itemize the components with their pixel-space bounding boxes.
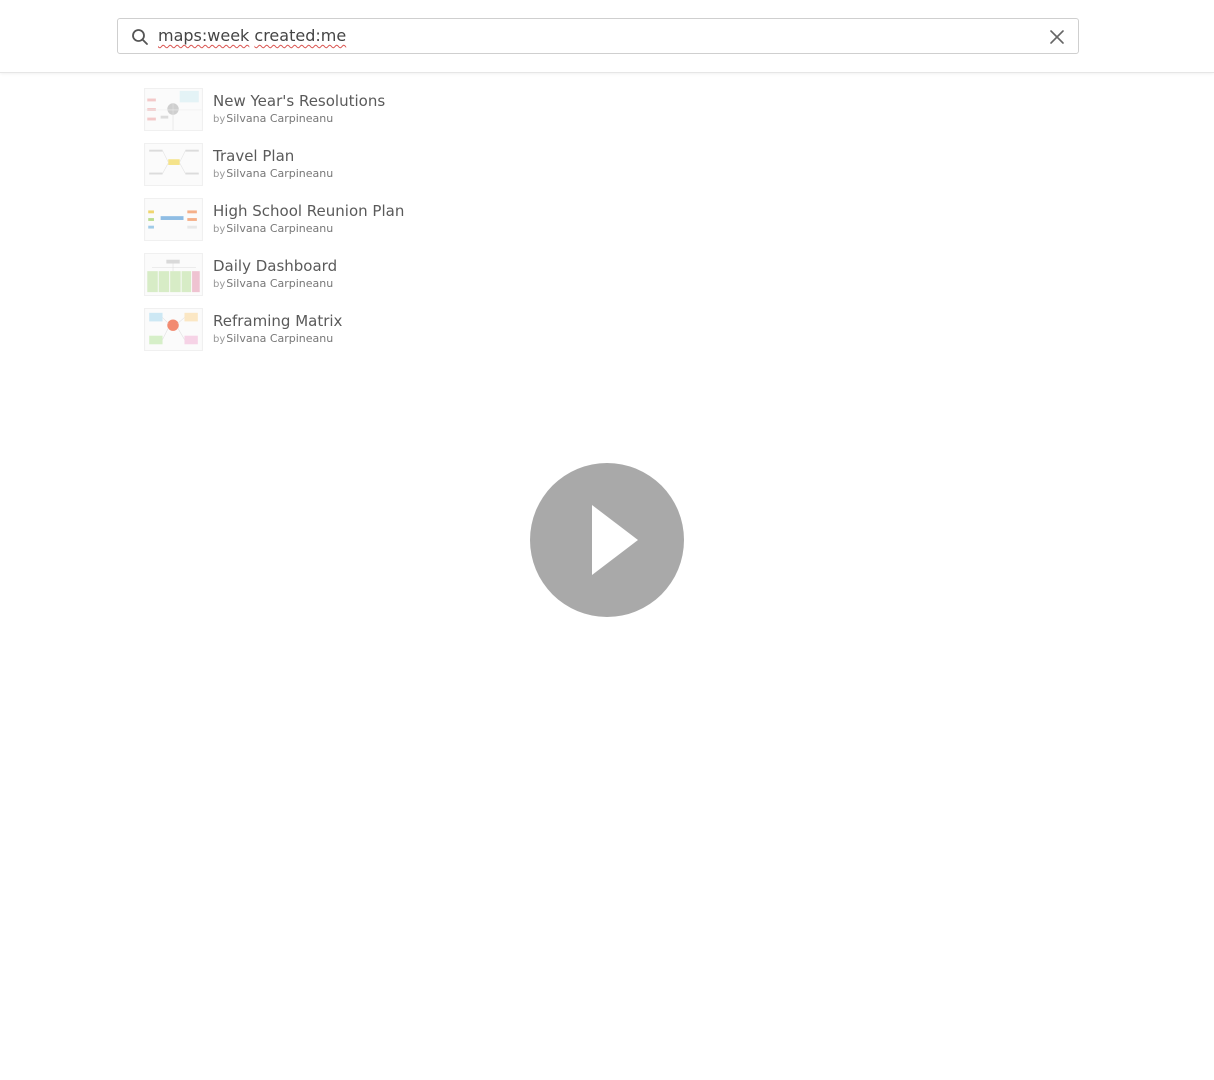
map-thumbnail: [144, 308, 203, 351]
search-icon: [131, 28, 149, 46]
map-thumbnail: [144, 143, 203, 186]
map-thumbnail: [144, 253, 203, 296]
result-author-line: bySilvana Carpineanu: [213, 277, 333, 290]
result-title: New Year's Resolutions: [213, 92, 386, 110]
result-title: High School Reunion Plan: [213, 202, 405, 220]
result-author: Silvana Carpineanu: [226, 112, 334, 125]
play-icon: [592, 505, 638, 575]
search-query-term-2: created:me: [254, 26, 347, 45]
result-author-line: bySilvana Carpineanu: [213, 332, 333, 345]
result-author: Silvana Carpineanu: [226, 222, 334, 235]
by-label: by: [213, 279, 226, 290]
result-title: Reframing Matrix: [213, 312, 343, 330]
result-author: Silvana Carpineanu: [226, 167, 334, 180]
by-label: by: [213, 114, 226, 125]
close-icon: [1050, 30, 1064, 44]
result-item[interactable]: High School Reunion Plan bySilvana Carpi…: [144, 196, 1214, 251]
map-thumbnail: [144, 198, 203, 241]
by-label: by: [213, 224, 226, 235]
result-author-line: bySilvana Carpineanu: [213, 167, 333, 180]
by-label: by: [213, 334, 226, 345]
result-author: Silvana Carpineanu: [226, 277, 334, 290]
by-label: by: [213, 169, 226, 180]
play-button[interactable]: [530, 463, 684, 617]
result-item[interactable]: Travel Plan bySilvana Carpineanu: [144, 141, 1214, 196]
clear-search-button[interactable]: [1046, 26, 1068, 48]
search-input[interactable]: maps:week created:me: [158, 19, 346, 53]
map-thumbnail: [144, 88, 203, 131]
results-list: New Year's Resolutions bySilvana Carpine…: [144, 86, 1214, 361]
result-author-line: bySilvana Carpineanu: [213, 222, 333, 235]
result-item[interactable]: Reframing Matrix bySilvana Carpineanu: [144, 306, 1214, 361]
search-box[interactable]: maps:week created:me: [117, 18, 1079, 54]
result-title: Travel Plan: [213, 147, 295, 165]
search-header: maps:week created:me: [0, 0, 1214, 73]
search-query-term-1: maps:week: [158, 26, 250, 45]
result-item[interactable]: New Year's Resolutions bySilvana Carpine…: [144, 86, 1214, 141]
result-author: Silvana Carpineanu: [226, 332, 334, 345]
result-item[interactable]: Daily Dashboard bySilvana Carpineanu: [144, 251, 1214, 306]
result-author-line: bySilvana Carpineanu: [213, 112, 333, 125]
result-title: Daily Dashboard: [213, 257, 338, 275]
